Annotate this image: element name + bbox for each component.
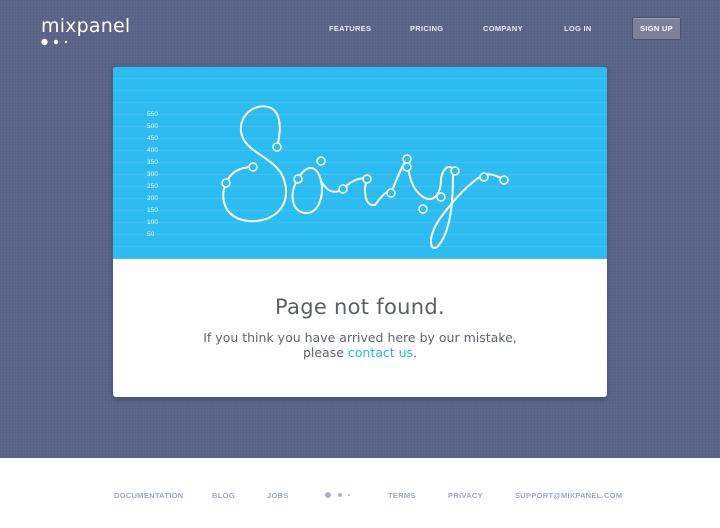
- sorry-graphic: [221, 105, 509, 249]
- footer-support-email[interactable]: SUPPORT@MIXPANEL.COM: [515, 491, 622, 500]
- hero-banner: 550 500 450 400 350 300 250 200 150 100 …: [113, 67, 607, 259]
- footer-blog[interactable]: BLOG: [212, 491, 235, 500]
- footer: DOCUMENTATION BLOG JOBS TERMS PRIVACY SU…: [0, 458, 720, 528]
- page-title: Page not found.: [275, 295, 445, 319]
- contact-us-link[interactable]: contact us: [348, 345, 413, 360]
- nav-login[interactable]: LOG IN: [564, 24, 592, 33]
- logo-dots-icon: [41, 38, 68, 46]
- error-description: If you think you have arrived here by ou…: [113, 330, 607, 360]
- footer-terms[interactable]: TERMS: [388, 491, 416, 500]
- logo[interactable]: mixpanel: [41, 15, 131, 46]
- description-prefix: please: [302, 345, 348, 360]
- description-line1: If you think you have arrived here by ou…: [203, 330, 517, 345]
- nav-company[interactable]: COMPANY: [483, 24, 523, 33]
- description-suffix: .: [413, 345, 418, 360]
- footer-documentation[interactable]: DOCUMENTATION: [114, 491, 183, 500]
- error-message: Page not found. If you think you have ar…: [113, 259, 607, 397]
- error-card: 550 500 450 400 350 300 250 200 150 100 …: [113, 67, 607, 397]
- signup-button[interactable]: SIGN UP: [632, 17, 681, 40]
- footer-jobs[interactable]: JOBS: [267, 491, 289, 500]
- logo-text: mixpanel: [41, 15, 131, 37]
- nav-features[interactable]: FEATURES: [329, 24, 371, 33]
- nav-pricing[interactable]: PRICING: [410, 24, 443, 33]
- footer-privacy[interactable]: PRIVACY: [448, 491, 483, 500]
- footer-logo-dots-icon[interactable]: [324, 491, 354, 499]
